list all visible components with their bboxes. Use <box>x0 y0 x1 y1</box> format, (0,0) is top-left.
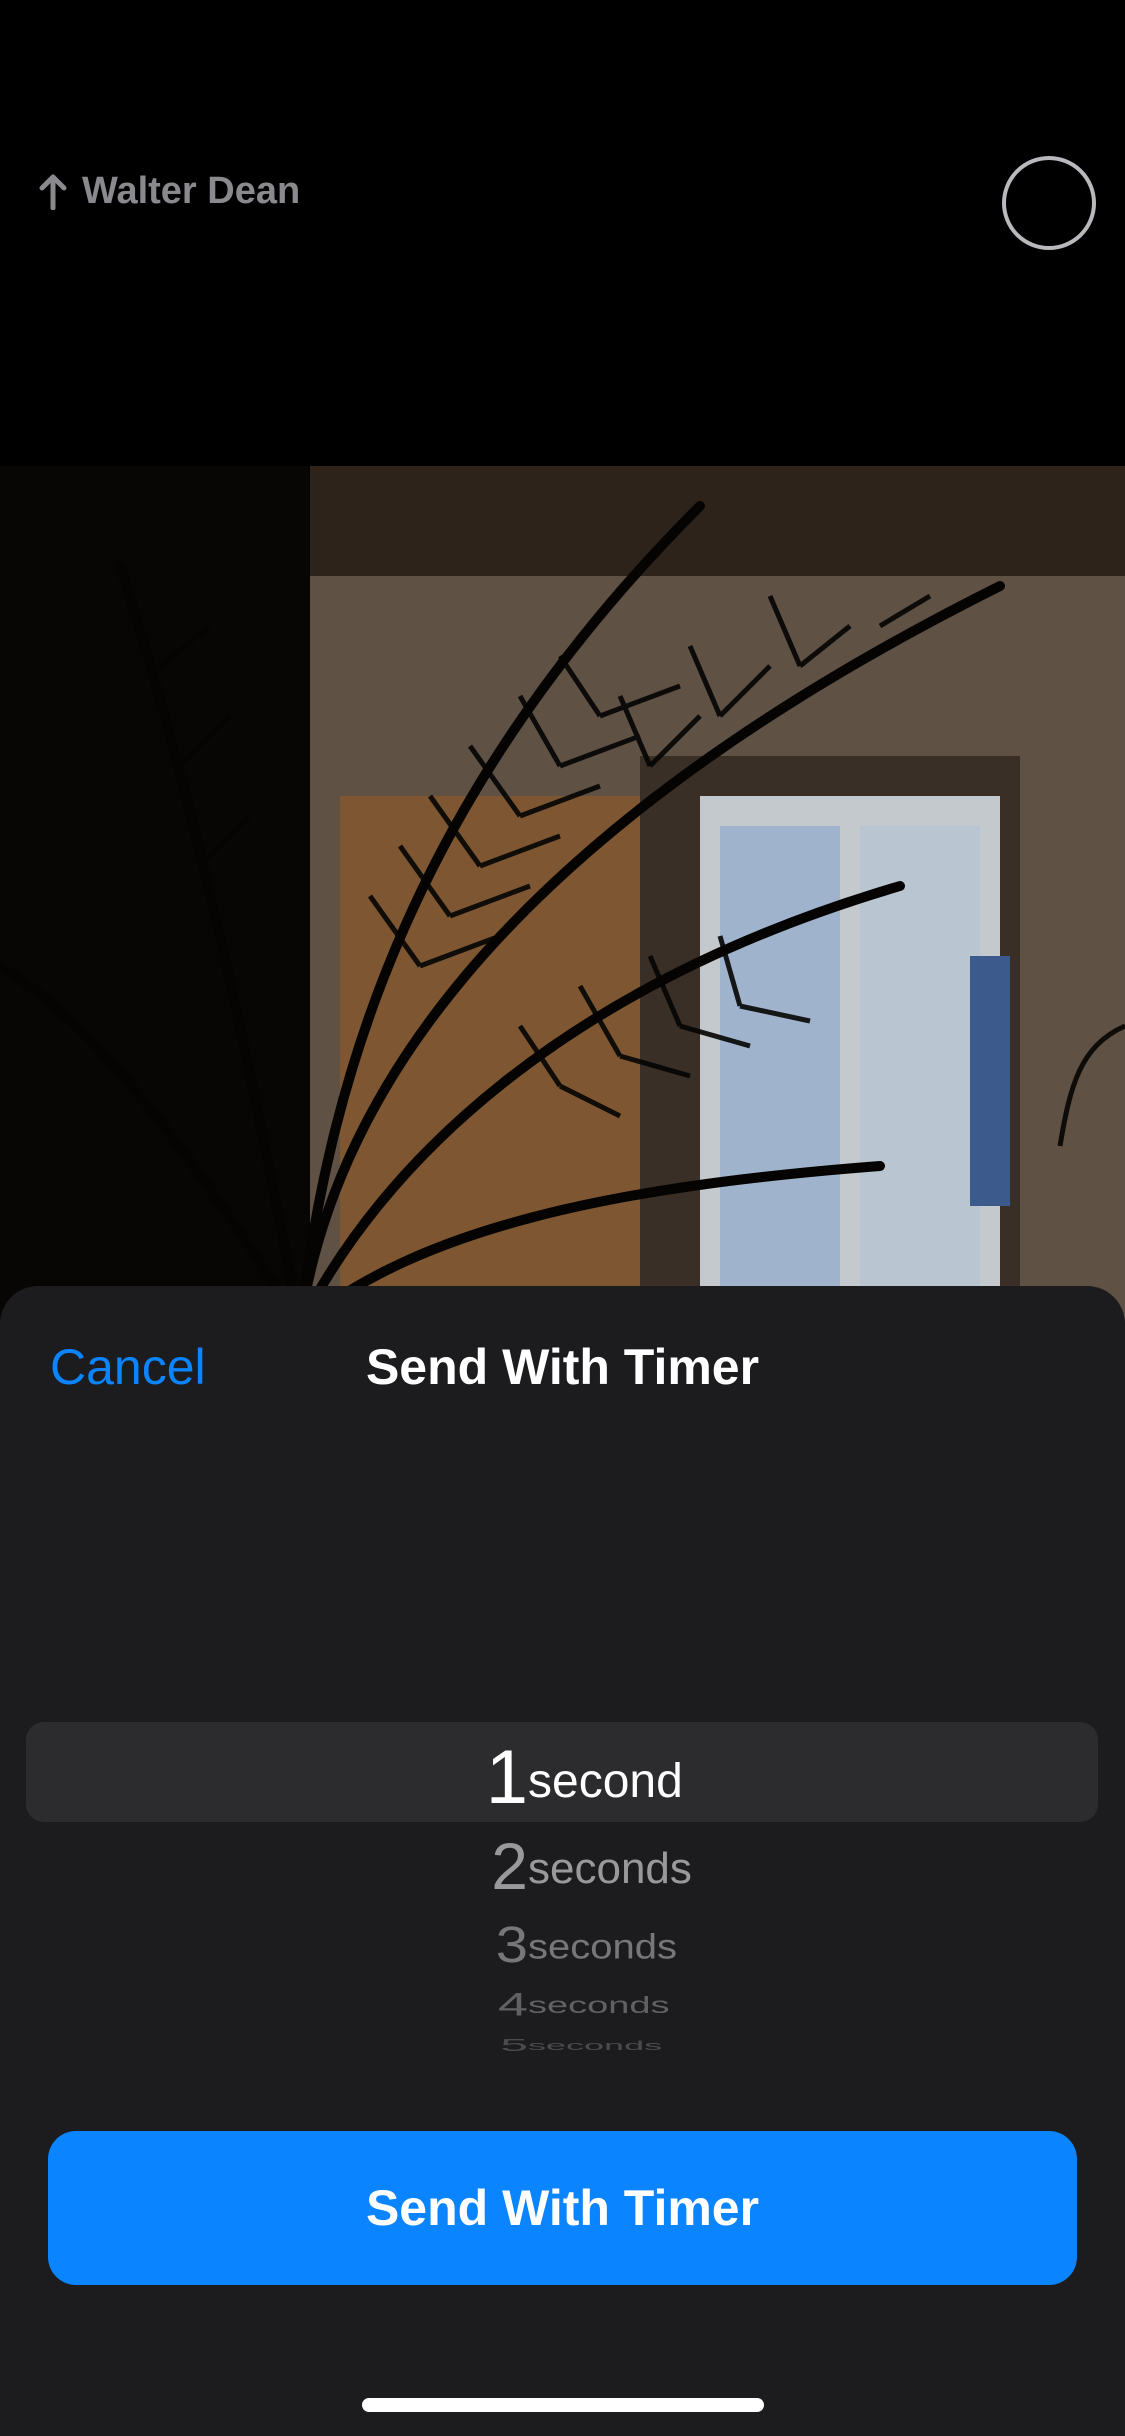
picker-row-unit: seconds <box>528 1993 670 2019</box>
timer-circle-icon[interactable] <box>1002 156 1096 250</box>
send-with-timer-button[interactable]: Send With Timer <box>48 2131 1077 2285</box>
picker-row-number: 3 <box>495 1916 528 1974</box>
picker-row-unit: seconds <box>528 1927 677 1967</box>
home-indicator[interactable] <box>362 2398 764 2412</box>
picker-row[interactable]: 5 seconds <box>26 2035 1098 2052</box>
picker-row-number: 2 <box>491 1829 528 1903</box>
timer-sheet: Cancel Send With Timer 1 second 2 second… <box>0 1286 1125 2436</box>
picker-row-unit: seconds <box>528 2038 663 2053</box>
picker-row-unit: seconds <box>528 1844 692 1893</box>
picker-row-number: 1 <box>485 1735 528 1820</box>
photo-preview <box>0 466 1125 1326</box>
picker-row-number: 5 <box>500 2035 528 2052</box>
picker-row-number: 4 <box>497 1986 528 2023</box>
recipient-name: Walter Dean <box>82 170 301 212</box>
picker-row[interactable]: 3 seconds <box>26 1916 1098 1973</box>
photo-scene <box>0 466 1125 1326</box>
top-bar: Walter Dean <box>0 0 1125 460</box>
duration-picker[interactable]: 1 second 2 seconds 3 seconds 4 seconds 5… <box>26 1722 1098 2052</box>
picker-row[interactable]: 4 seconds <box>26 1986 1098 2023</box>
picker-row[interactable]: 1 second <box>26 1734 1098 1820</box>
picker-row[interactable]: 2 seconds <box>26 1828 1098 1903</box>
picker-row-unit: second <box>528 1755 683 1808</box>
sheet-title: Send With Timer <box>365 1339 760 1395</box>
arrow-up-icon <box>38 174 68 210</box>
recipient-label[interactable]: Walter Dean <box>38 170 300 213</box>
